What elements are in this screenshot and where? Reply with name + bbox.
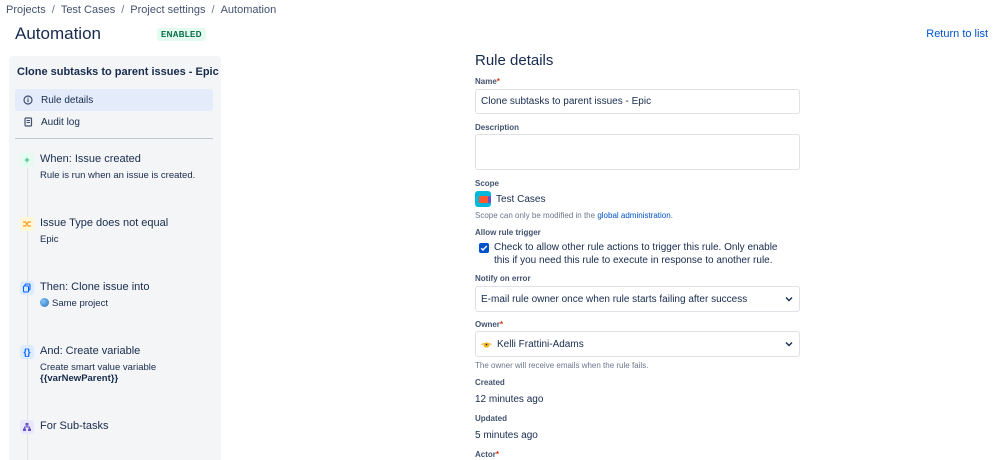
globe-icon xyxy=(40,298,49,307)
checkmark-icon xyxy=(480,245,488,252)
flow-connector-line xyxy=(27,168,28,460)
step-description: Rule is run when an issue is created. xyxy=(40,170,196,181)
owner-name: Kelli Frattini-Adams xyxy=(497,338,584,350)
notify-on-error-label: Notify on error xyxy=(475,274,531,283)
allow-rule-trigger-label: Allow rule trigger xyxy=(475,228,541,237)
breadcrumb: Projects / Test Cases / Project settings… xyxy=(6,4,276,16)
step-title: When: Issue created xyxy=(40,153,141,165)
smart-value-variable: {{varNewParent}} xyxy=(40,373,119,384)
step-title: And: Create variable xyxy=(40,345,141,357)
return-to-list-link[interactable]: Return to list xyxy=(926,28,988,40)
step-title: Then: Clone issue into xyxy=(40,281,150,293)
step-title: For Sub-tasks xyxy=(40,420,109,432)
step-description: Same project xyxy=(40,298,108,309)
breadcrumb-automation[interactable]: Automation xyxy=(221,4,277,16)
rule-name-input[interactable]: Clone subtasks to parent issues - Epic xyxy=(475,89,800,114)
owner-avatar-icon xyxy=(481,339,492,350)
owner-select[interactable]: Kelli Frattini-Adams xyxy=(475,331,800,357)
description-label: Description xyxy=(475,123,520,132)
document-icon xyxy=(23,117,33,127)
step-title: Issue Type does not equal xyxy=(40,217,169,229)
rule-name-heading: Clone subtasks to parent issues - Epic xyxy=(17,66,219,78)
owner-helper-text: The owner will receive emails when the r… xyxy=(475,361,649,370)
rule-sidebar: Clone subtasks to parent issues - Epic R… xyxy=(9,56,221,460)
breadcrumb-project-settings[interactable]: Project settings xyxy=(130,4,205,16)
step-description: Create smart value variable xyxy=(40,362,157,373)
nav-audit-log[interactable]: Audit log xyxy=(15,111,213,133)
breadcrumb-separator: / xyxy=(121,4,125,16)
owner-label: Owner* xyxy=(475,320,504,329)
project-avatar-icon xyxy=(475,191,491,207)
braces-icon: {} xyxy=(20,345,34,359)
breadcrumb-separator: / xyxy=(51,4,55,16)
updated-value: 5 minutes ago xyxy=(475,430,538,441)
step-description-text: Same project xyxy=(52,298,108,309)
status-badge: ENABLED xyxy=(157,28,206,41)
copy-icon xyxy=(20,281,34,295)
scope-value: Test Cases xyxy=(475,191,545,207)
allow-rule-trigger-checkbox[interactable] xyxy=(479,243,489,253)
nav-rule-details[interactable]: Rule details xyxy=(15,89,213,111)
breadcrumb-test-cases[interactable]: Test Cases xyxy=(61,4,115,16)
step-description: Epic xyxy=(40,234,59,245)
scope-helper-text: Scope can only be modified in the global… xyxy=(475,211,673,220)
shuffle-icon xyxy=(20,217,34,231)
owner-value: Kelli Frattini-Adams xyxy=(481,339,584,350)
global-administration-link[interactable]: global administration xyxy=(597,211,670,220)
created-value: 12 minutes ago xyxy=(475,394,544,405)
hierarchy-icon xyxy=(20,420,34,434)
actor-label: Actor* xyxy=(475,450,500,459)
chevron-down-icon xyxy=(784,294,794,304)
notify-on-error-value: E-mail rule owner once when rule starts … xyxy=(481,293,748,305)
nav-label: Audit log xyxy=(41,116,80,128)
rule-details-heading: Rule details xyxy=(475,52,554,69)
chevron-down-icon xyxy=(784,339,794,349)
scope-project-name: Test Cases xyxy=(496,193,546,205)
page-title: Automation xyxy=(15,24,101,43)
breadcrumb-separator: / xyxy=(211,4,215,16)
divider xyxy=(15,138,213,139)
created-label: Created xyxy=(475,378,505,387)
info-icon xyxy=(23,95,33,105)
nav-label: Rule details xyxy=(41,94,94,106)
plus-icon: + xyxy=(20,153,34,167)
name-label: Name* xyxy=(475,77,500,86)
description-textarea[interactable] xyxy=(475,134,800,170)
scope-label: Scope xyxy=(475,179,500,188)
allow-rule-trigger-text: Check to allow other rule actions to tri… xyxy=(494,242,778,266)
notify-on-error-select[interactable]: E-mail rule owner once when rule starts … xyxy=(475,286,800,312)
breadcrumb-projects[interactable]: Projects xyxy=(6,4,46,16)
updated-label: Updated xyxy=(475,414,507,423)
